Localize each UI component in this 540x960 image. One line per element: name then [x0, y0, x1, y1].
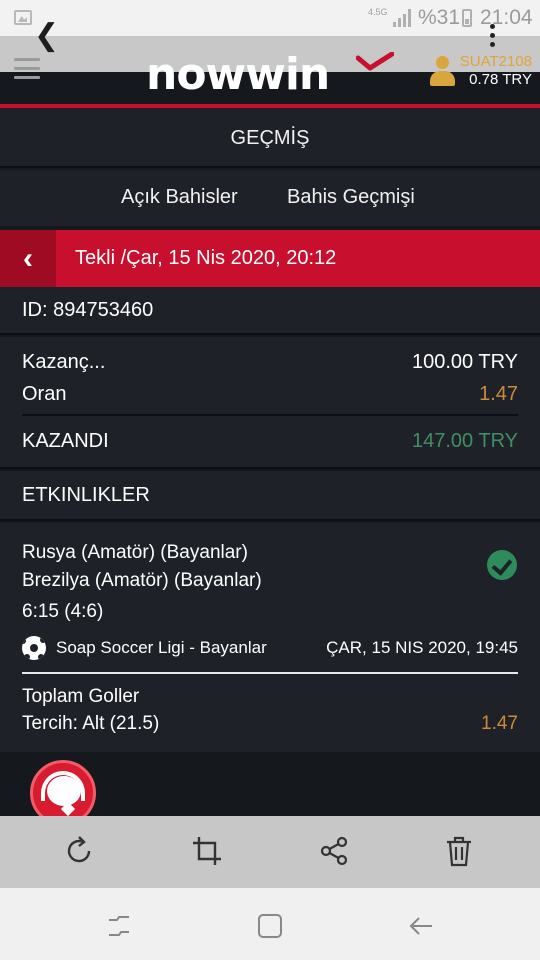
- event-home-team: Rusya (Amatör) (Bayanlar): [22, 542, 248, 563]
- event-away-team: Brezilya (Amatör) (Bayanlar): [22, 570, 262, 591]
- status-bar: 4.5G %31 21:04: [0, 0, 540, 36]
- event-odds: 1.47: [481, 713, 518, 734]
- event-selection: Tercih: Alt (21.5): [22, 713, 160, 734]
- ticket-id: ID: 894753460: [22, 299, 154, 321]
- logo-text: nowwin: [146, 49, 330, 100]
- recent-apps-icon[interactable]: [105, 912, 133, 940]
- result-row: KAZANDI 147.00 TRY: [22, 425, 518, 457]
- event-datetime: ÇAR, 15 NIS 2020, 19:45: [326, 638, 518, 657]
- delete-icon[interactable]: [442, 834, 476, 868]
- event-divider: [22, 672, 518, 674]
- event-score: 6:15 (4:6): [22, 601, 104, 622]
- event-card: Rusya (Amatör) (Bayanlar) Brezilya (Amat…: [0, 523, 540, 752]
- home-icon[interactable]: [256, 912, 284, 940]
- stake-label: Kazanç...: [22, 351, 106, 373]
- chevron-left-icon: ‹: [23, 242, 33, 275]
- stake-value: 100.00 TRY: [411, 351, 518, 373]
- network-type: 4.5G: [368, 7, 388, 17]
- crop-icon[interactable]: [190, 834, 224, 868]
- back-icon[interactable]: [407, 912, 435, 940]
- odds-label: Oran: [22, 383, 67, 405]
- battery-icon: [462, 9, 472, 27]
- app-header: nowwin SUAT2108 0.78 TRY: [0, 36, 540, 104]
- result-value: 147.00 TRY: [411, 430, 518, 452]
- browser-back-icon[interactable]: ❮: [34, 21, 59, 51]
- username[interactable]: SUAT2108: [460, 53, 532, 70]
- chat-bubble-icon: [47, 776, 81, 806]
- logo-check-icon: [356, 52, 394, 71]
- image-action-bar: [0, 816, 540, 888]
- menu-icon[interactable]: [14, 58, 40, 80]
- battery-percent: %31: [418, 6, 461, 29]
- soccer-ball-icon: [22, 636, 46, 660]
- user-avatar-icon[interactable]: [428, 56, 456, 88]
- events-title: ETKINLIKLER: [22, 484, 150, 506]
- share-icon[interactable]: [317, 834, 351, 868]
- event-league: Soap Soccer Ligi - Bayanlar: [56, 638, 267, 657]
- ticket-back-button[interactable]: ‹: [0, 230, 56, 287]
- tab-open-bets[interactable]: Açık Bahisler: [121, 170, 238, 224]
- rotate-icon[interactable]: [62, 834, 96, 868]
- ticket-header: ‹ Tekli /Çar, 15 Nis 2020, 20:12: [0, 230, 540, 287]
- gallery-notification-icon: [14, 10, 32, 25]
- brand-logo[interactable]: nowwin: [146, 49, 394, 100]
- tab-bet-history[interactable]: Bahis Geçmişi: [287, 170, 415, 224]
- events-section-header: ETKINLIKLER: [0, 471, 540, 521]
- account-balance: 0.78 TRY: [469, 71, 532, 88]
- ticket-title: Tekli /Çar, 15 Nis 2020, 20:12: [75, 247, 337, 269]
- ticket-summary: Kazanç... 100.00 TRY Oran 1.47 KAZANDI 1…: [0, 337, 540, 469]
- ticket-id-row: ID: 894753460: [0, 287, 540, 335]
- result-label: KAZANDI: [22, 430, 109, 452]
- odds-value: 1.47: [479, 383, 518, 405]
- stake-row: Kazanç... 100.00 TRY: [22, 346, 518, 378]
- page-title: GEÇMİŞ: [0, 108, 540, 168]
- odds-row: Oran 1.47: [22, 378, 518, 410]
- tab-bar: Açık Bahisler Bahis Geçmişi: [0, 170, 540, 226]
- event-market: Toplam Goller: [22, 686, 140, 707]
- won-check-icon: [487, 550, 517, 580]
- more-options-icon[interactable]: [486, 24, 498, 50]
- summary-divider: [22, 414, 518, 416]
- system-nav-bar: [0, 888, 540, 960]
- signal-icon: [393, 9, 411, 27]
